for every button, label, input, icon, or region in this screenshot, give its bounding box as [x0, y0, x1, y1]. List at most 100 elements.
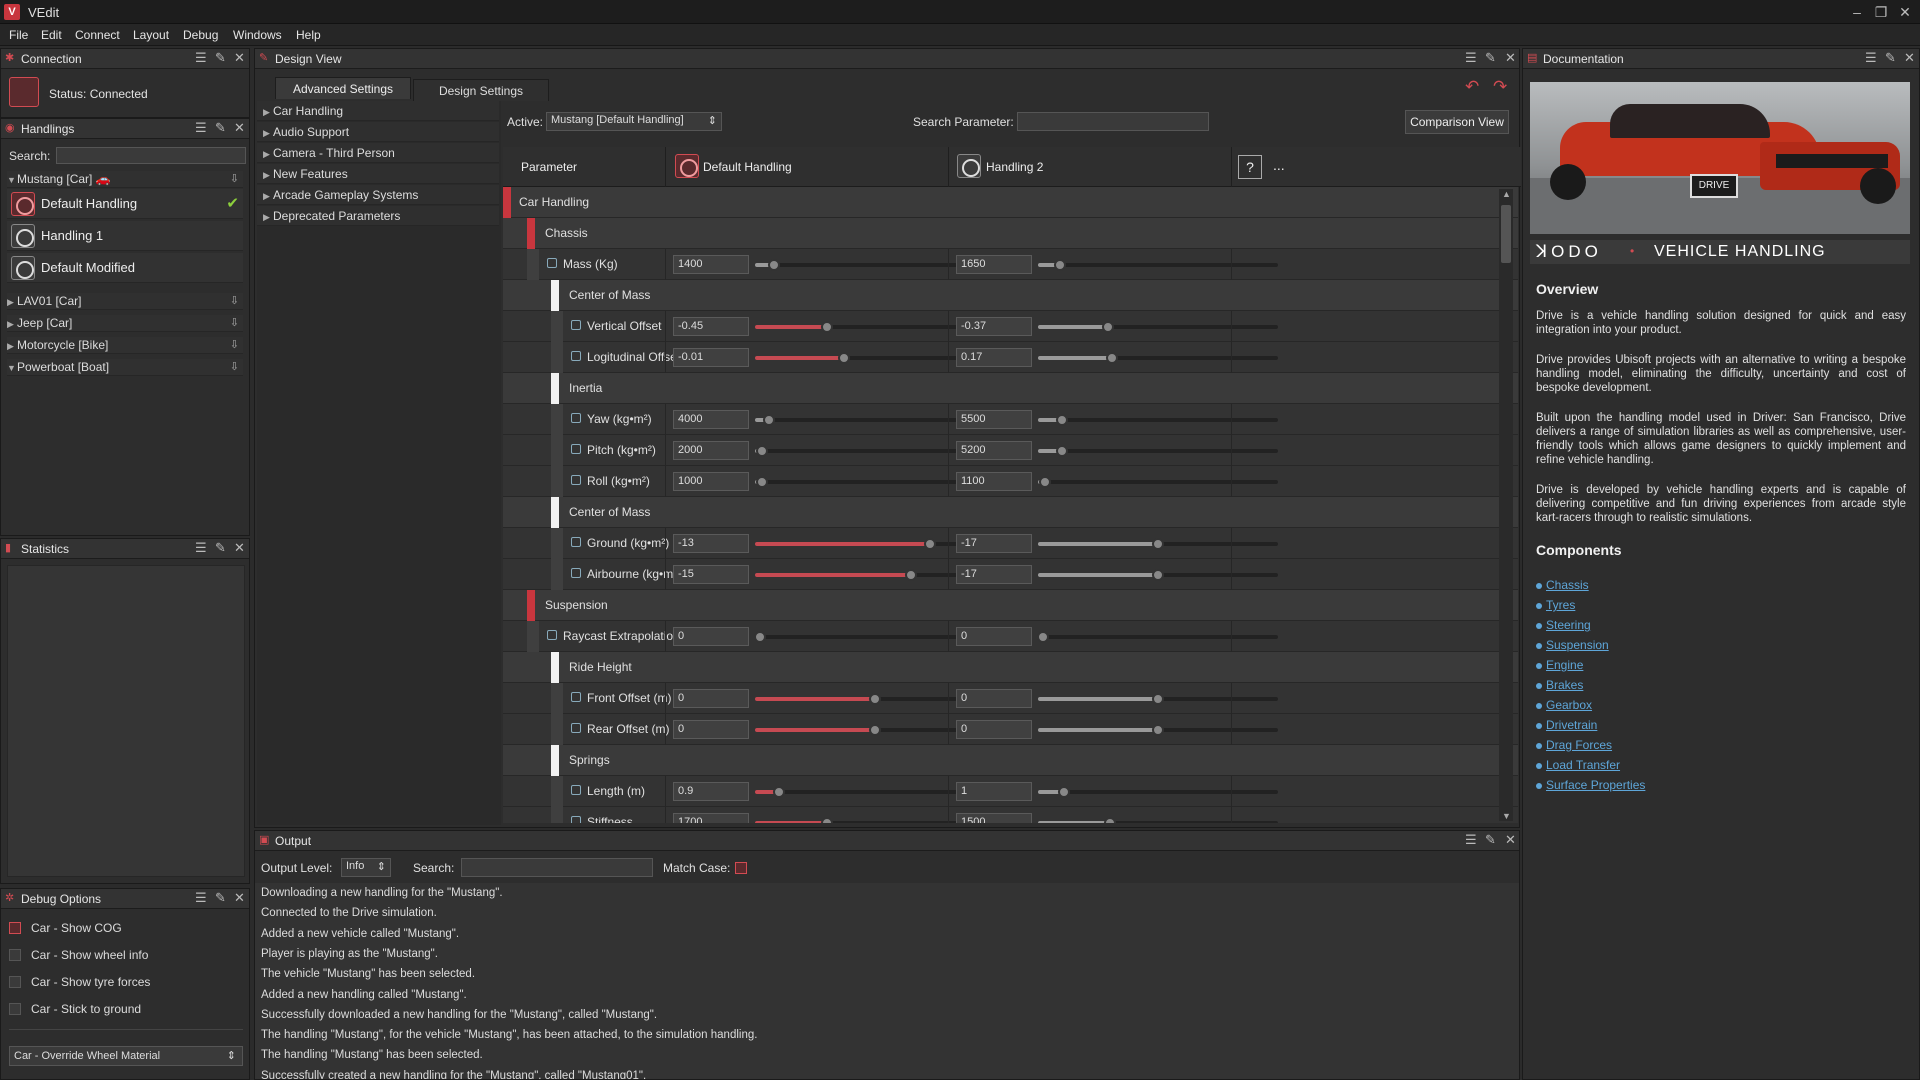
slider-thumb[interactable] — [1058, 786, 1071, 798]
pin-icon[interactable]: ✎ — [1885, 51, 1896, 65]
slider-thumb[interactable] — [1104, 817, 1116, 823]
show-cog-checkbox[interactable] — [9, 922, 21, 934]
menu-layout[interactable]: Layout — [133, 28, 169, 42]
pin-icon[interactable]: ✎ — [1485, 51, 1496, 65]
link-icon[interactable] — [571, 413, 581, 423]
slider-thumb[interactable] — [773, 786, 785, 798]
default-handling-value-input[interactable]: 1700 — [673, 813, 749, 823]
slider-thumb[interactable] — [1152, 693, 1164, 705]
parameter-group-row[interactable]: Inertia — [503, 373, 1518, 404]
handling-item-1[interactable]: Handling 1 — [7, 221, 243, 251]
slider-thumb[interactable] — [1152, 538, 1164, 550]
default-handling-value-input[interactable]: -13 — [673, 534, 749, 553]
panel-menu-icon[interactable]: ☰ — [1465, 833, 1477, 847]
stick-to-ground-checkbox[interactable] — [9, 1003, 21, 1015]
close-icon[interactable]: ✕ — [234, 51, 245, 65]
category-audio-support[interactable]: ▶ Audio Support — [257, 122, 499, 142]
tab-design-settings[interactable]: Design Settings — [413, 79, 549, 101]
link-icon[interactable] — [571, 475, 581, 485]
handling-2-value-input[interactable]: 0 — [956, 720, 1032, 739]
link-icon[interactable] — [571, 351, 581, 361]
handling-2-value-input[interactable]: 0.17 — [956, 348, 1032, 367]
default-handling-value-input[interactable]: 1400 — [673, 255, 749, 274]
parameter-group-row[interactable]: Chassis — [503, 218, 1518, 249]
component-link[interactable]: Chassis — [1546, 578, 1589, 592]
handling-2-value-input[interactable]: 1500 — [956, 813, 1032, 823]
handling-2-value-input[interactable]: 1 — [956, 782, 1032, 801]
default-handling-value-input[interactable]: 1000 — [673, 472, 749, 491]
default-handling-value-input[interactable]: -15 — [673, 565, 749, 584]
handling-2-slider[interactable] — [1038, 693, 1278, 705]
link-icon[interactable] — [571, 444, 581, 454]
default-handling-value-input[interactable]: -0.45 — [673, 317, 749, 336]
component-link[interactable]: Steering — [1546, 618, 1591, 632]
link-icon[interactable] — [571, 816, 581, 823]
component-link[interactable]: Engine — [1546, 658, 1583, 672]
slider-thumb[interactable] — [821, 321, 833, 333]
scroll-up-icon[interactable]: ▲ — [1502, 189, 1511, 199]
link-icon[interactable] — [571, 723, 581, 733]
handling-2-value-input[interactable]: -17 — [956, 565, 1032, 584]
menu-windows[interactable]: Windows — [233, 28, 282, 42]
handling-2-slider[interactable] — [1038, 445, 1278, 457]
pin-icon[interactable]: ✎ — [215, 541, 226, 555]
component-link[interactable]: Gearbox — [1546, 698, 1592, 712]
link-icon[interactable] — [571, 692, 581, 702]
panel-menu-icon[interactable]: ☰ — [195, 891, 207, 905]
parameter-group-row[interactable]: Center of Mass — [503, 280, 1518, 311]
slider-thumb[interactable] — [821, 817, 833, 823]
close-icon[interactable]: ✕ — [1904, 51, 1915, 65]
slider-thumb[interactable] — [1152, 569, 1164, 581]
handling-2-value-input[interactable]: -0.37 — [956, 317, 1032, 336]
more-options-button[interactable]: ... — [1273, 157, 1285, 173]
close-window-icon[interactable]: ✕ — [1896, 3, 1914, 21]
redo-icon[interactable]: ↷ — [1493, 77, 1507, 97]
menu-edit[interactable]: Edit — [41, 28, 62, 42]
component-link[interactable]: Load Transfer — [1546, 758, 1620, 772]
link-icon[interactable] — [571, 320, 581, 330]
slider-thumb[interactable] — [1039, 476, 1052, 488]
override-wheel-material-select[interactable]: Car - Override Wheel Material ⇕ — [9, 1046, 243, 1066]
category-camera[interactable]: ▶ Camera - Third Person — [257, 143, 499, 163]
link-icon[interactable] — [571, 568, 581, 578]
slider-thumb[interactable] — [1101, 321, 1114, 333]
maximize-icon[interactable]: ❐ — [1872, 3, 1890, 21]
pin-icon[interactable]: ✎ — [215, 121, 226, 135]
slider-thumb[interactable] — [837, 352, 850, 364]
slider-thumb[interactable] — [768, 259, 781, 271]
component-link[interactable]: Brakes — [1546, 678, 1583, 692]
slider-thumb[interactable] — [1152, 724, 1164, 736]
component-link[interactable]: Tyres — [1546, 598, 1575, 612]
handling-2-slider[interactable] — [1036, 631, 1278, 643]
vehicle-mustang[interactable]: ▼Mustang [Car] 🚗 ⇩ — [7, 171, 243, 188]
show-tyre-forces-checkbox[interactable] — [9, 976, 21, 988]
panel-menu-icon[interactable]: ☰ — [195, 51, 207, 65]
link-icon[interactable] — [571, 537, 581, 547]
slider-thumb[interactable] — [763, 414, 776, 426]
handling-2-value-input[interactable]: 0 — [956, 627, 1032, 646]
download-icon[interactable]: ⇩ — [230, 315, 239, 332]
handling-2-slider[interactable] — [1038, 321, 1278, 333]
scrollbar-thumb[interactable] — [1501, 205, 1511, 263]
undo-icon[interactable]: ↶ — [1465, 77, 1479, 97]
parameter-group-row[interactable]: Suspension — [503, 590, 1518, 621]
category-arcade[interactable]: ▶ Arcade Gameplay Systems — [257, 185, 499, 205]
link-icon[interactable] — [547, 258, 557, 268]
download-icon[interactable]: ⇩ — [230, 337, 239, 354]
slider-thumb[interactable] — [1056, 445, 1068, 457]
tab-advanced-settings[interactable]: Advanced Settings — [275, 77, 411, 99]
scroll-down-icon[interactable]: ▼ — [1502, 811, 1511, 821]
default-handling-value-input[interactable]: 0.9 — [673, 782, 749, 801]
pin-icon[interactable]: ✎ — [1485, 833, 1496, 847]
default-handling-value-input[interactable]: 2000 — [673, 441, 749, 460]
close-icon[interactable]: ✕ — [1505, 51, 1516, 65]
slider-thumb[interactable] — [869, 724, 881, 736]
panel-menu-icon[interactable]: ☰ — [1865, 51, 1877, 65]
vehicle-lav01[interactable]: ▶ LAV01 [Car] ⇩ — [7, 293, 243, 310]
download-icon[interactable]: ⇩ — [230, 171, 239, 188]
group-car-handling[interactable]: Car Handling — [503, 187, 1518, 218]
vehicle-jeep[interactable]: ▶ Jeep [Car] ⇩ — [7, 315, 243, 332]
handling-2-slider[interactable] — [1038, 259, 1278, 271]
panel-menu-icon[interactable]: ☰ — [1465, 51, 1477, 65]
menu-connect[interactable]: Connect — [75, 28, 120, 42]
